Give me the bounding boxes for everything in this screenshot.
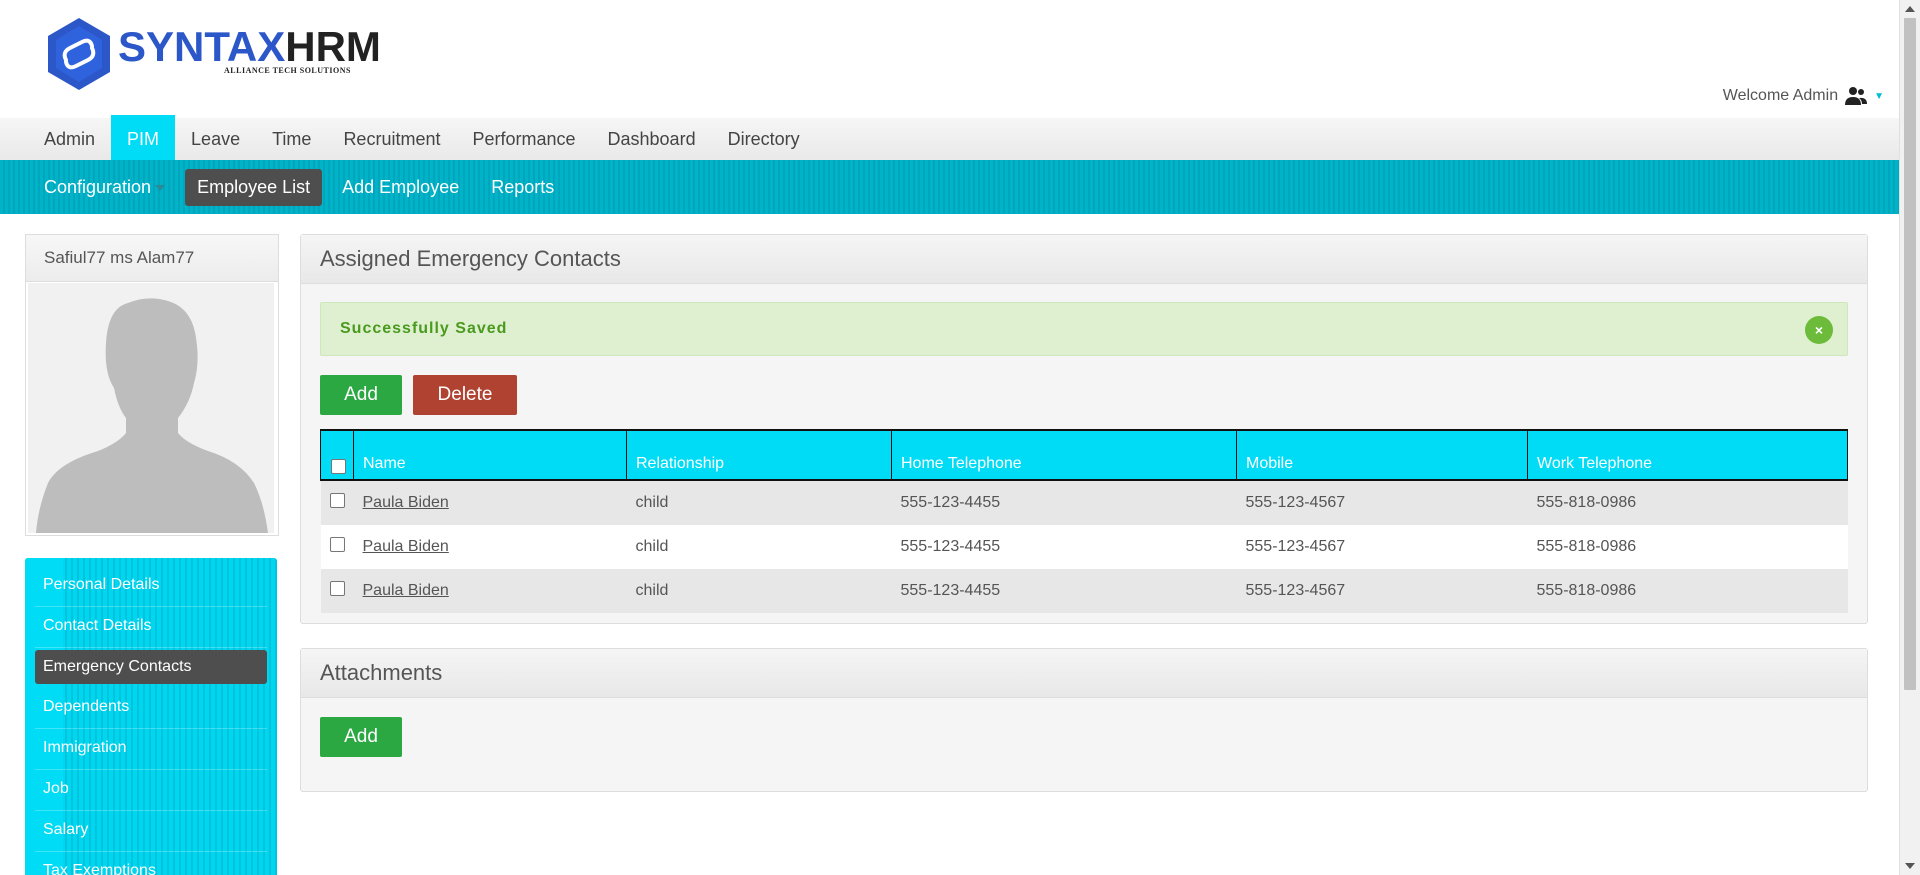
users-icon bbox=[1845, 87, 1868, 105]
logo-syntax-text: SYNTAX bbox=[118, 23, 286, 70]
contact-name-link[interactable]: Paula Biden bbox=[363, 538, 449, 555]
scroll-up-icon[interactable] bbox=[1905, 6, 1915, 12]
scroll-down-icon[interactable] bbox=[1905, 863, 1915, 869]
sub-nav-label: Employee List bbox=[197, 176, 311, 197]
side-menu-job[interactable]: Job bbox=[35, 770, 267, 811]
row-checkbox[interactable] bbox=[329, 537, 345, 552]
delete-contact-button[interactable]: Delete bbox=[413, 375, 517, 415]
close-icon[interactable]: × bbox=[1805, 316, 1833, 344]
side-menu-personal-details[interactable]: Personal Details bbox=[35, 566, 267, 607]
side-menu-dependents[interactable]: Dependents bbox=[35, 688, 267, 729]
logo-hexagon-icon bbox=[48, 18, 110, 90]
relationship-cell: child bbox=[626, 569, 892, 613]
name-cell: Paula Biden bbox=[353, 569, 627, 613]
side-menu-contact-details[interactable]: Contact Details bbox=[35, 607, 267, 648]
work-cell: 555-818-0986 bbox=[1527, 569, 1848, 613]
profile-card: Safiul77 ms Alam77 bbox=[25, 234, 279, 536]
relationship-cell: child bbox=[626, 480, 892, 525]
side-menu-immigration[interactable]: Immigration bbox=[35, 729, 267, 770]
main-nav-performance[interactable]: Performance bbox=[456, 118, 591, 160]
row-checkbox[interactable] bbox=[329, 493, 345, 508]
mobile-cell: 555-123-4567 bbox=[1236, 569, 1528, 613]
mobile-cell: 555-123-4567 bbox=[1236, 480, 1528, 525]
column-header[interactable]: Work Telephone bbox=[1527, 429, 1848, 481]
sub-nav-label: Reports bbox=[491, 176, 555, 197]
name-cell: Paula Biden bbox=[353, 525, 627, 569]
sub-nav-configuration[interactable]: Configuration bbox=[32, 169, 177, 206]
caret-down-icon bbox=[155, 184, 166, 191]
add-contact-button[interactable]: Add bbox=[320, 375, 402, 415]
table-row: Paula Biden child 555-123-4455 555-123-4567… bbox=[320, 569, 1848, 613]
side-menu-tax-exemptions[interactable]: Tax Exemptions bbox=[35, 852, 267, 875]
main-nav-admin[interactable]: Admin bbox=[28, 118, 111, 160]
column-header[interactable]: Mobile bbox=[1236, 429, 1528, 481]
sub-nav-label: Add Employee bbox=[342, 176, 460, 197]
panel-title: Attachments bbox=[301, 649, 1867, 698]
success-alert: Successfully Saved × bbox=[320, 302, 1848, 356]
page: SYNTAXHRM ALLIANCE TECH SOLUTIONS Welcom… bbox=[0, 0, 1900, 875]
row-select-cell bbox=[320, 569, 354, 613]
side-menu-salary[interactable]: Salary bbox=[35, 811, 267, 852]
main-nav-directory[interactable]: Directory bbox=[712, 118, 816, 160]
chevron-down-icon: ▼ bbox=[1874, 90, 1884, 102]
profile-name: Safiul77 ms Alam77 bbox=[26, 235, 278, 282]
avatar[interactable] bbox=[28, 283, 274, 533]
sub-nav-employee-list[interactable]: Employee List bbox=[185, 168, 323, 206]
home-cell: 555-123-4455 bbox=[891, 525, 1237, 569]
table-row: Paula Biden child 555-123-4455 555-123-4567… bbox=[320, 480, 1848, 525]
logo-tagline: ALLIANCE TECH SOLUTIONS bbox=[224, 66, 351, 75]
table-header-row: Name Relationship Home Telephone Mobile … bbox=[320, 429, 1848, 481]
attachments-panel: Attachments Add bbox=[300, 648, 1868, 792]
emergency-contacts-panel: Assigned Emergency Contacts Successfully… bbox=[300, 234, 1868, 624]
sub-nav-reports[interactable]: Reports bbox=[479, 169, 566, 206]
row-select-cell bbox=[320, 480, 354, 525]
logo-hrm-text: HRM bbox=[285, 23, 381, 70]
emergency-contacts-table: Name Relationship Home Telephone Mobile … bbox=[320, 429, 1848, 613]
add-attachment-button[interactable]: Add bbox=[320, 717, 402, 757]
contact-name-link[interactable]: Paula Biden bbox=[363, 494, 449, 511]
home-cell: 555-123-4455 bbox=[891, 480, 1237, 525]
sub-nav: Configuration Employee List Add Employee Re… bbox=[0, 160, 1900, 214]
relationship-cell: child bbox=[626, 525, 892, 569]
welcome-text: Welcome Admin bbox=[1722, 87, 1839, 104]
main-nav-time[interactable]: Time bbox=[256, 118, 327, 160]
main-nav-pim[interactable]: PIM bbox=[111, 115, 176, 163]
home-cell: 555-123-4455 bbox=[891, 569, 1237, 613]
person-silhouette-icon bbox=[36, 298, 268, 533]
column-header[interactable]: Home Telephone bbox=[891, 429, 1237, 481]
work-cell: 555-818-0986 bbox=[1527, 525, 1848, 569]
panel-title: Assigned Emergency Contacts bbox=[301, 235, 1867, 284]
mobile-cell: 555-123-4567 bbox=[1236, 525, 1528, 569]
work-cell: 555-818-0986 bbox=[1527, 480, 1848, 525]
side-menu: Personal Details Contact Details Emergency… bbox=[25, 558, 277, 875]
contact-name-link[interactable]: Paula Biden bbox=[363, 582, 449, 599]
column-header[interactable]: Relationship bbox=[626, 429, 892, 481]
row-select-cell bbox=[320, 525, 354, 569]
main-nav-leave[interactable]: Leave bbox=[175, 118, 256, 160]
select-all-cell bbox=[320, 429, 354, 481]
syntaxhrm-logo[interactable]: SYNTAXHRM ALLIANCE TECH SOLUTIONS bbox=[44, 16, 381, 92]
side-menu-emergency-contacts[interactable]: Emergency Contacts bbox=[35, 650, 267, 684]
column-header[interactable]: Name bbox=[353, 429, 627, 481]
table-row: Paula Biden child 555-123-4455 555-123-4567… bbox=[320, 525, 1848, 569]
logo-wordmark: SYNTAXHRM bbox=[118, 26, 381, 68]
row-checkbox[interactable] bbox=[329, 581, 345, 596]
welcome-menu[interactable]: Welcome Admin ▼ bbox=[1723, 86, 1884, 106]
main-nav-dashboard[interactable]: Dashboard bbox=[592, 118, 712, 160]
sub-nav-label: Configuration bbox=[44, 176, 152, 197]
alert-message: Successfully Saved bbox=[340, 320, 508, 337]
select-all-checkbox[interactable] bbox=[331, 459, 346, 474]
sub-nav-add-employee[interactable]: Add Employee bbox=[330, 169, 471, 206]
header: SYNTAXHRM ALLIANCE TECH SOLUTIONS Welcom… bbox=[0, 0, 1900, 118]
main-nav-recruitment[interactable]: Recruitment bbox=[327, 118, 456, 160]
main-nav: Admin PIM Leave Time Recruitment Performance D… bbox=[0, 115, 1900, 163]
scroll-thumb[interactable] bbox=[1904, 18, 1916, 690]
name-cell: Paula Biden bbox=[353, 480, 627, 525]
vertical-scrollbar[interactable] bbox=[1899, 0, 1920, 875]
